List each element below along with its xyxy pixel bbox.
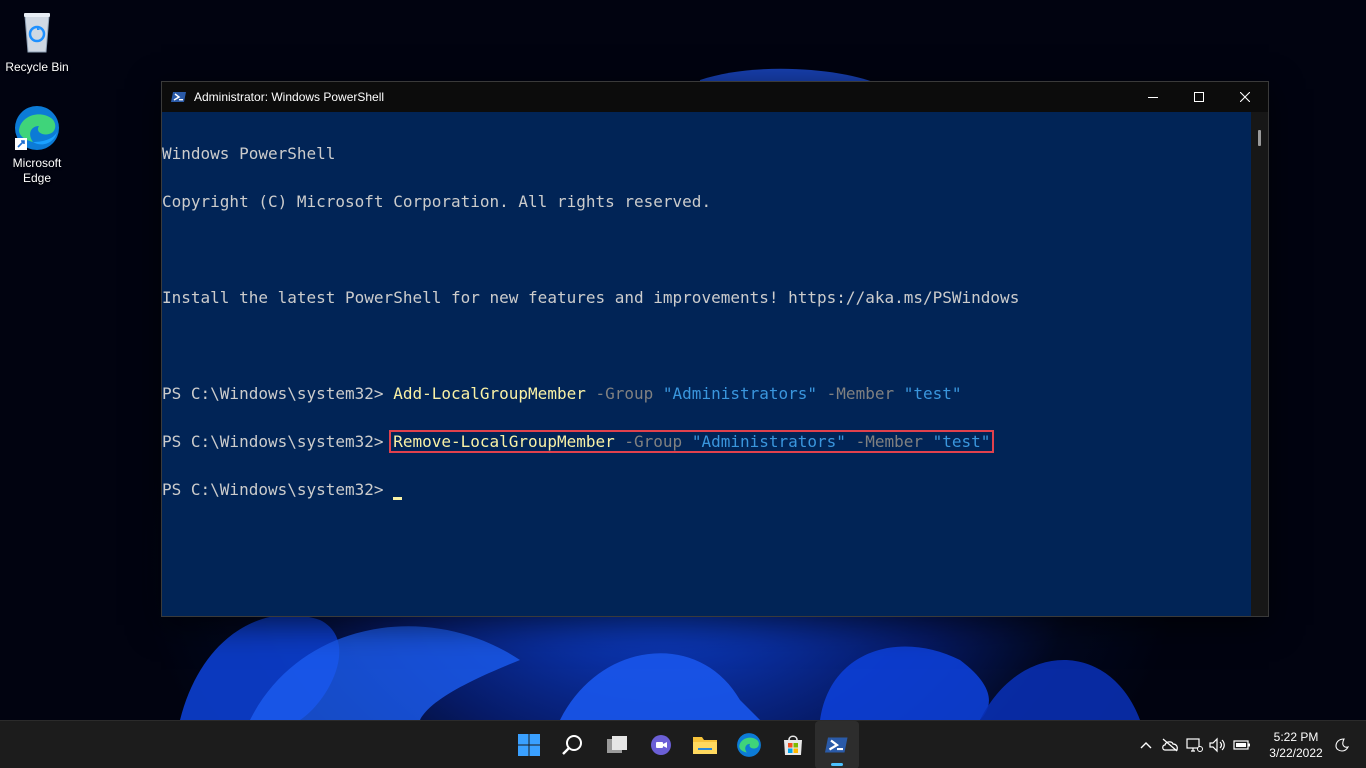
console-line-current: PS C:\Windows\system32> (162, 480, 1252, 500)
title-bar[interactable]: Administrator: Windows PowerShell (162, 82, 1268, 112)
network-icon (1186, 738, 1203, 752)
start-button[interactable] (507, 721, 551, 768)
volume-icon (1209, 737, 1225, 753)
system-tray (1134, 721, 1254, 768)
clock-date: 3/22/2022 (1269, 746, 1323, 760)
edge-icon (737, 733, 761, 757)
text-cursor (393, 497, 403, 500)
taskbar: 5:22 PM 3/22/2022 (0, 720, 1366, 768)
parameter-name: -Member (845, 432, 933, 451)
onedrive-button[interactable] (1158, 721, 1182, 768)
console-output[interactable]: Windows PowerShell Copyright (C) Microso… (162, 112, 1252, 616)
parameter-name: -Member (817, 384, 904, 403)
parameter-name: -Group (585, 384, 663, 403)
powershell-icon (171, 92, 186, 102)
desktop-icon-recycle-bin[interactable]: Recycle Bin (0, 8, 74, 75)
task-view-button[interactable] (595, 721, 639, 768)
store-icon (784, 735, 802, 755)
battery-button[interactable] (1230, 721, 1254, 768)
file-explorer-button[interactable] (683, 721, 727, 768)
powershell-taskbar-button[interactable] (815, 721, 859, 768)
edge-label: Microsoft Edge (12, 156, 62, 185)
close-button[interactable] (1222, 82, 1268, 112)
prompt: PS C:\Windows\system32> (162, 480, 394, 499)
show-hidden-icons-button[interactable] (1134, 721, 1158, 768)
console-line: Windows PowerShell (162, 146, 1252, 162)
console-line-cmd2: PS C:\Windows\system32> Remove-LocalGrou… (162, 430, 1252, 453)
taskbar-apps (507, 721, 859, 768)
minimize-button[interactable] (1130, 82, 1176, 112)
console-line: Copyright (C) Microsoft Corporation. All… (162, 194, 1252, 210)
task-view-icon (607, 736, 627, 753)
taskbar-clock[interactable]: 5:22 PM 3/22/2022 (1262, 729, 1330, 761)
string-value: "Administrators" (691, 432, 846, 451)
parameter-name: -Group (614, 432, 692, 451)
chat-button[interactable] (639, 721, 683, 768)
highlighted-command: Remove-LocalGroupMember -Group "Administ… (389, 430, 995, 453)
chevron-up-icon (1140, 742, 1152, 749)
copyright-text: Copyright (C) Microsoft Corporation. All… (162, 192, 712, 211)
edge-taskbar-button[interactable] (727, 721, 771, 768)
string-value: "test" (932, 432, 991, 451)
clock-time: 5:22 PM (1273, 730, 1319, 744)
recycle-bin-icon (13, 8, 61, 56)
onedrive-icon (1162, 738, 1178, 752)
edge-icon (13, 104, 61, 152)
install-hint-text: Install the latest PowerShell for new fe… (162, 288, 1020, 307)
desktop-icon-edge[interactable]: Microsoft Edge (0, 104, 74, 186)
banner-text: Windows PowerShell (162, 144, 336, 163)
chat-icon (651, 735, 671, 755)
close-icon (1240, 92, 1250, 102)
store-button[interactable] (771, 721, 815, 768)
powershell-window: Administrator: Windows PowerShell Window… (161, 81, 1269, 617)
string-value: "test" (903, 384, 962, 403)
string-value: "Administrators" (662, 384, 818, 403)
prompt: PS C:\Windows\system32> (162, 432, 394, 451)
recycle-bin-label: Recycle Bin (5, 60, 69, 74)
active-indicator (831, 763, 843, 766)
maximize-icon (1194, 92, 1204, 102)
search-button[interactable] (551, 721, 595, 768)
maximize-button[interactable] (1176, 82, 1222, 112)
network-button[interactable] (1182, 721, 1206, 768)
window-title: Administrator: Windows PowerShell (194, 90, 385, 104)
notifications-button[interactable] (1330, 721, 1354, 768)
cmdlet-name: Remove-LocalGroupMember (393, 432, 615, 451)
scrollbar-thumb[interactable] (1258, 130, 1261, 146)
console-line: Install the latest PowerShell for new fe… (162, 290, 1252, 306)
start-icon (518, 734, 540, 756)
search-icon (562, 735, 582, 755)
prompt: PS C:\Windows\system32> (162, 384, 394, 403)
battery-icon (1233, 740, 1250, 750)
powershell-icon (825, 737, 848, 753)
vertical-scrollbar[interactable] (1251, 112, 1268, 616)
focus-assist-icon (1335, 738, 1349, 752)
volume-button[interactable] (1206, 721, 1230, 768)
cmdlet-name: Add-LocalGroupMember (393, 384, 586, 403)
console-line-cmd1: PS C:\Windows\system32> Add-LocalGroupMe… (162, 386, 1252, 402)
minimize-icon (1148, 97, 1158, 98)
file-explorer-icon (693, 737, 717, 754)
